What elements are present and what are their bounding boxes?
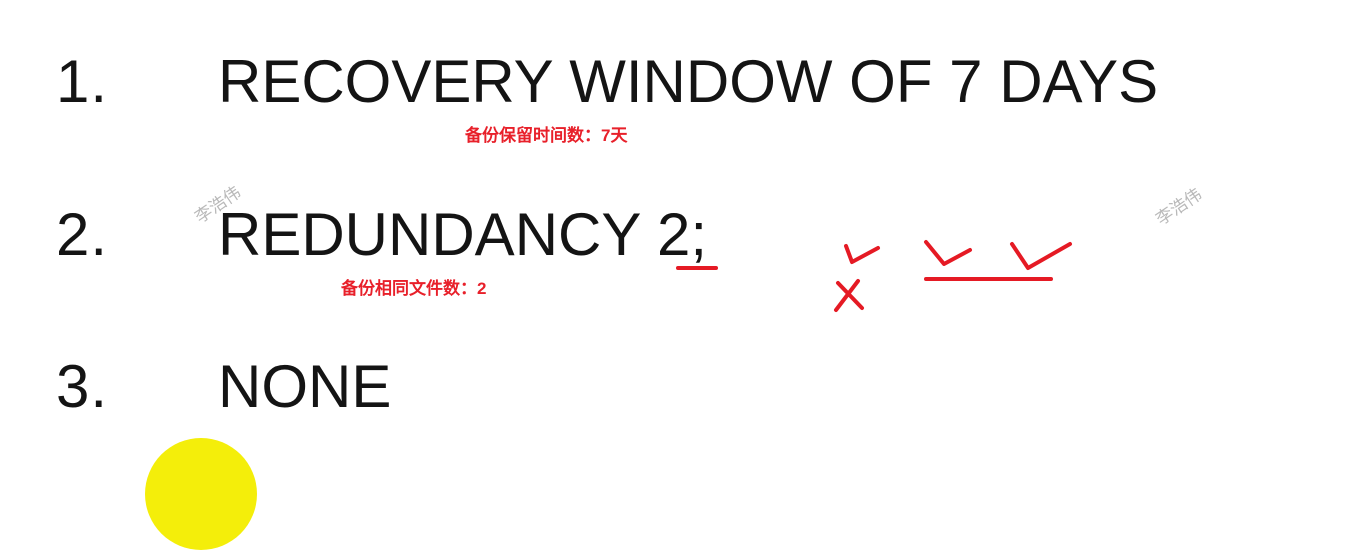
check-mark-1 (844, 244, 880, 264)
handwritten-marks (834, 240, 1072, 312)
x-mark (834, 279, 864, 312)
check-mark-3 (1010, 242, 1072, 270)
cursor-highlight-circle (145, 438, 257, 550)
check-mark-2 (924, 240, 972, 266)
